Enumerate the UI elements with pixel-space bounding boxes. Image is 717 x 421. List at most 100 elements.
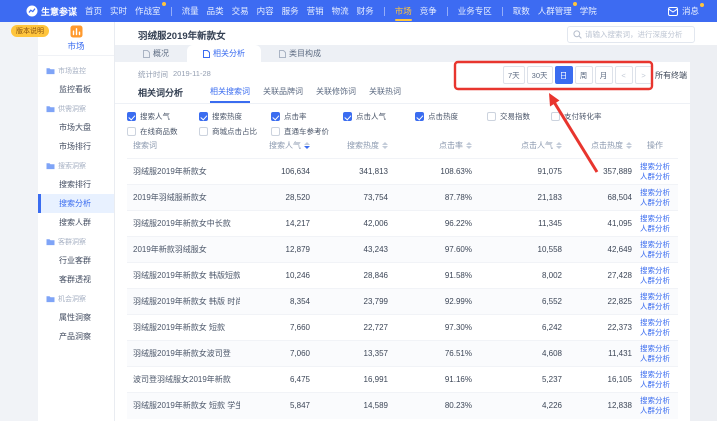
checkbox[interactable] xyxy=(127,127,136,136)
checkbox[interactable] xyxy=(415,112,424,121)
tab-related-analysis[interactable]: 相关分析 xyxy=(187,45,261,62)
prev-period-button[interactable]: < xyxy=(615,66,633,84)
crowd-analysis-link[interactable]: 人群分析 xyxy=(632,198,678,208)
range-30d-button[interactable]: 30天 xyxy=(527,66,553,84)
tab-category-composition[interactable]: 类目构成 xyxy=(269,45,331,62)
nav-item-realtime[interactable]: 实时 xyxy=(110,0,127,22)
nav-item-market[interactable]: 市场 xyxy=(395,0,412,22)
checkbox[interactable] xyxy=(271,112,280,121)
range-day-button[interactable]: 日 xyxy=(555,66,573,84)
related-words-section: 相关词分析 相关搜索词 关联品牌词 关联修饰词 关联热词 xyxy=(138,86,401,103)
checkbox[interactable] xyxy=(487,112,496,121)
range-month-button[interactable]: 月 xyxy=(595,66,613,84)
cell-value: 22,825 xyxy=(562,289,632,315)
search-analysis-link[interactable]: 搜索分析 xyxy=(632,214,678,224)
sidebar-item-product-insight[interactable]: 产品洞察 xyxy=(38,327,114,346)
crowd-analysis-link[interactable]: 人群分析 xyxy=(632,328,678,338)
col-click-rate[interactable]: 点击率 xyxy=(388,140,472,159)
sort-icon[interactable] xyxy=(466,142,472,149)
cell-value: 27,428 xyxy=(562,263,632,289)
main-content: 羽绒服2019年新款女 概况 相关分析 类目构成 统计时间 xyxy=(115,22,717,421)
checkbox[interactable] xyxy=(199,127,208,136)
checkbox[interactable] xyxy=(127,112,136,121)
tab-overview[interactable]: 概况 xyxy=(133,45,179,62)
search-analysis-link[interactable]: 搜索分析 xyxy=(632,370,678,380)
cell-keyword: 羽绒服2019年新款女 韩版 时尚 xyxy=(127,289,240,315)
sort-icon[interactable] xyxy=(304,142,310,149)
crowd-analysis-link[interactable]: 人群分析 xyxy=(632,224,678,234)
sidebar-item-market-ranking[interactable]: 市场排行 xyxy=(38,137,114,156)
search-input[interactable] xyxy=(585,30,689,39)
sidebar-item-attribute-insight[interactable]: 属性洞察 xyxy=(38,308,114,327)
sidebar-item-search-ranking[interactable]: 搜索排行 xyxy=(38,175,114,194)
sidebar-group-supply-demand[interactable]: 供需洞察 xyxy=(38,99,114,118)
sidebar-item-customer-perspective[interactable]: 客群透视 xyxy=(38,270,114,289)
sidebar-group-market-monitor[interactable]: 市场监控 xyxy=(38,61,114,80)
col-search-heat[interactable]: 搜索热度 xyxy=(310,140,388,159)
sort-icon[interactable] xyxy=(556,142,562,149)
range-7d-button[interactable]: 7天 xyxy=(503,66,525,84)
col-search-popularity[interactable]: 搜索人气 xyxy=(240,140,310,159)
sidebar-group-search-insight[interactable]: 搜索洞察 xyxy=(38,156,114,175)
sidebar-group-opportunity-insight[interactable]: 机会洞察 xyxy=(38,289,114,308)
crowd-analysis-link[interactable]: 人群分析 xyxy=(632,302,678,312)
sidebar-group-customer-insight[interactable]: 客群洞察 xyxy=(38,232,114,251)
nav-item-marketing[interactable]: 营销 xyxy=(307,0,324,22)
crowd-analysis-link[interactable]: 人群分析 xyxy=(632,276,678,286)
sort-icon[interactable] xyxy=(626,142,632,149)
search-analysis-link[interactable]: 搜索分析 xyxy=(632,188,678,198)
crowd-analysis-link[interactable]: 人群分析 xyxy=(632,354,678,364)
version-badge[interactable]: 版本说明 xyxy=(11,25,49,37)
nav-item-competition[interactable]: 竞争 xyxy=(420,0,437,22)
nav-item-content[interactable]: 内容 xyxy=(257,0,274,22)
col-actions: 操作 xyxy=(632,140,678,159)
subtab-modifier-words[interactable]: 关联修饰词 xyxy=(316,86,356,103)
search-analysis-link[interactable]: 搜索分析 xyxy=(632,292,678,302)
nav-item-academy[interactable]: 学院 xyxy=(580,0,597,22)
cell-value: 8,354 xyxy=(240,289,310,315)
nav-item-crowd-management[interactable]: 人群管理 xyxy=(538,0,572,22)
sidebar-item-market-overview[interactable]: 市场大盘 xyxy=(38,118,114,137)
nav-messages[interactable]: 消息 xyxy=(668,0,699,22)
nav-item-category[interactable]: 品类 xyxy=(207,0,224,22)
subtab-related-search-words[interactable]: 相关搜索词 xyxy=(210,86,250,103)
col-click-popularity[interactable]: 点击人气 xyxy=(472,140,562,159)
subtab-brand-words[interactable]: 关联品牌词 xyxy=(263,86,303,103)
nav-item-data-fetch[interactable]: 取数 xyxy=(513,0,530,22)
crowd-analysis-link[interactable]: 人群分析 xyxy=(632,406,678,416)
search-analysis-link[interactable]: 搜索分析 xyxy=(632,344,678,354)
crowd-analysis-link[interactable]: 人群分析 xyxy=(632,380,678,390)
search-analysis-link[interactable]: 搜索分析 xyxy=(632,318,678,328)
nav-item-home[interactable]: 首页 xyxy=(85,0,102,22)
checkbox[interactable] xyxy=(271,127,280,136)
nav-item-trade[interactable]: 交易 xyxy=(232,0,249,22)
crowd-analysis-link[interactable]: 人群分析 xyxy=(632,250,678,260)
nav-item-traffic[interactable]: 流量 xyxy=(182,0,199,22)
checkbox[interactable] xyxy=(199,112,208,121)
range-week-button[interactable]: 周 xyxy=(575,66,593,84)
sidebar-item-monitor-board[interactable]: 监控看板 xyxy=(38,80,114,99)
sidebar-item-search-analysis[interactable]: 搜索分析 xyxy=(38,194,114,213)
search-analysis-link[interactable]: 搜索分析 xyxy=(632,162,678,172)
search-analysis-link[interactable]: 搜索分析 xyxy=(632,266,678,276)
nav-item-logistics[interactable]: 物流 xyxy=(332,0,349,22)
nav-item-business-zone[interactable]: 业务专区 xyxy=(458,0,492,22)
sort-icon[interactable] xyxy=(382,142,388,149)
sidebar-module-market[interactable]: 市场 xyxy=(38,22,114,56)
subtab-hot-words[interactable]: 关联热词 xyxy=(369,86,401,103)
next-period-button[interactable]: > xyxy=(635,66,653,84)
search-analysis-link[interactable]: 搜索分析 xyxy=(632,396,678,406)
col-click-heat[interactable]: 点击热度 xyxy=(562,140,632,159)
cell-value: 91,075 xyxy=(472,159,562,185)
app-logo[interactable]: 生意参谋 xyxy=(26,5,77,18)
crowd-analysis-link[interactable]: 人群分析 xyxy=(632,172,678,182)
nav-item-service[interactable]: 服务 xyxy=(282,0,299,22)
nav-item-finance[interactable]: 财务 xyxy=(357,0,374,22)
sidebar-item-search-crowd[interactable]: 搜索人群 xyxy=(38,213,114,232)
checkbox[interactable] xyxy=(551,112,560,121)
checkbox[interactable] xyxy=(343,112,352,121)
cell-actions: 搜索分析人群分析 xyxy=(632,237,678,263)
search-analysis-link[interactable]: 搜索分析 xyxy=(632,240,678,250)
nav-item-warroom[interactable]: 作战室 xyxy=(135,0,161,22)
sidebar-item-industry-customers[interactable]: 行业客群 xyxy=(38,251,114,270)
